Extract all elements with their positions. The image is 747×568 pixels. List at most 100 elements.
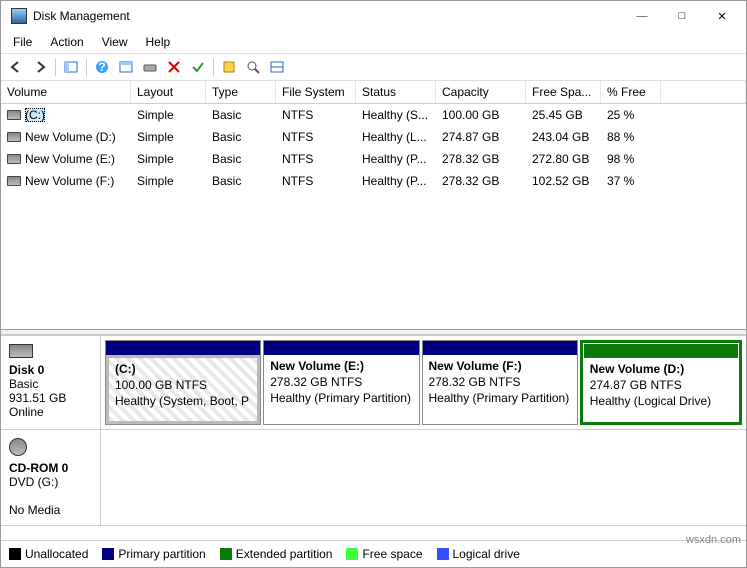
volume-type: Basic: [206, 128, 276, 146]
partition-bar: [584, 344, 738, 358]
action-check-button[interactable]: [187, 56, 209, 78]
back-button[interactable]: [5, 56, 27, 78]
legend-logical: Logical drive: [437, 547, 520, 561]
volume-free: 243.04 GB: [526, 128, 601, 146]
partition-name: New Volume (D:): [590, 361, 732, 377]
partition-size: 278.32 GB NTFS: [429, 374, 571, 390]
partition-name: (C:): [115, 361, 251, 377]
volume-status: Healthy (P...: [356, 172, 436, 190]
partition-info: (C:) 100.00 GB NTFS Healthy (System, Boo…: [106, 355, 260, 424]
volume-name: New Volume (E:): [25, 152, 115, 166]
col-type[interactable]: Type: [206, 81, 276, 103]
partition-status: Healthy (Primary Partition): [270, 390, 412, 406]
graphical-view: Disk 0 Basic 931.51 GB Online (C:) 100.0…: [1, 335, 746, 540]
volume-type: Basic: [206, 150, 276, 168]
cdrom-label[interactable]: CD-ROM 0 DVD (G:) No Media: [1, 430, 101, 525]
volume-status: Healthy (S...: [356, 106, 436, 124]
menubar: File Action View Help: [1, 31, 746, 53]
col-pctfree[interactable]: % Free: [601, 81, 661, 103]
new-volume-button[interactable]: [218, 56, 240, 78]
split-view-button[interactable]: [266, 56, 288, 78]
menu-action[interactable]: Action: [42, 33, 91, 51]
volume-layout: Simple: [131, 106, 206, 124]
partition-name: New Volume (E:): [270, 358, 412, 374]
menu-view[interactable]: View: [94, 33, 136, 51]
volume-pct: 98 %: [601, 150, 661, 168]
toolbar-separator: [213, 58, 214, 76]
app-icon: [11, 8, 27, 24]
partition-status: Healthy (Logical Drive): [590, 393, 732, 409]
cdrom-empty-area: [101, 430, 746, 525]
volume-free: 272.80 GB: [526, 150, 601, 168]
svg-text:?: ?: [98, 60, 105, 74]
col-spacer: [661, 81, 746, 103]
drive-icon: [7, 176, 21, 186]
volume-row[interactable]: New Volume (D:)SimpleBasicNTFSHealthy (L…: [1, 126, 746, 148]
volume-name: New Volume (F:): [25, 174, 114, 188]
volume-name: (C:): [25, 108, 45, 122]
titlebar: Disk Management — □ ✕: [1, 1, 746, 31]
volume-capacity: 278.32 GB: [436, 150, 526, 168]
disk0-name: Disk 0: [9, 363, 92, 377]
volume-capacity: 274.87 GB: [436, 128, 526, 146]
partition-name: New Volume (F:): [429, 358, 571, 374]
volume-fs: NTFS: [276, 172, 356, 190]
volume-pct: 25 %: [601, 106, 661, 124]
volume-type: Basic: [206, 172, 276, 190]
col-volume[interactable]: Volume: [1, 81, 131, 103]
disk0-size: 931.51 GB: [9, 391, 92, 405]
volume-fs: NTFS: [276, 106, 356, 124]
toolbar: ?: [1, 53, 746, 81]
refresh-button[interactable]: [115, 56, 137, 78]
delete-button[interactable]: [163, 56, 185, 78]
col-freespace[interactable]: Free Spa...: [526, 81, 601, 103]
col-capacity[interactable]: Capacity: [436, 81, 526, 103]
legend-freespace: Free space: [346, 547, 422, 561]
volume-status: Healthy (P...: [356, 150, 436, 168]
forward-button[interactable]: [29, 56, 51, 78]
volume-status: Healthy (L...: [356, 128, 436, 146]
partition[interactable]: New Volume (D:) 274.87 GB NTFS Healthy (…: [580, 340, 742, 425]
partition-size: 278.32 GB NTFS: [270, 374, 412, 390]
partition-info: New Volume (E:) 278.32 GB NTFS Healthy (…: [264, 355, 418, 424]
partition-status: Healthy (System, Boot, P: [115, 393, 251, 409]
disk0-label[interactable]: Disk 0 Basic 931.51 GB Online: [1, 336, 101, 429]
close-button[interactable]: ✕: [702, 2, 742, 30]
menu-help[interactable]: Help: [138, 33, 179, 51]
minimize-button[interactable]: —: [622, 2, 662, 30]
volume-type: Basic: [206, 106, 276, 124]
col-layout[interactable]: Layout: [131, 81, 206, 103]
volume-row[interactable]: (C:)SimpleBasicNTFSHealthy (S...100.00 G…: [1, 104, 746, 126]
help-button[interactable]: ?: [91, 56, 113, 78]
volume-pct: 37 %: [601, 172, 661, 190]
legend: Unallocated Primary partition Extended p…: [1, 540, 746, 567]
partition[interactable]: New Volume (E:) 278.32 GB NTFS Healthy (…: [263, 340, 419, 425]
toolbar-separator: [86, 58, 87, 76]
legend-extended: Extended partition: [220, 547, 333, 561]
volume-layout: Simple: [131, 128, 206, 146]
disk-icon: [9, 344, 33, 358]
find-button[interactable]: [242, 56, 264, 78]
volume-free: 102.52 GB: [526, 172, 601, 190]
maximize-button[interactable]: □: [662, 2, 702, 30]
col-status[interactable]: Status: [356, 81, 436, 103]
show-hide-console-button[interactable]: [60, 56, 82, 78]
disk-row-disk0: Disk 0 Basic 931.51 GB Online (C:) 100.0…: [1, 336, 746, 430]
volume-fs: NTFS: [276, 150, 356, 168]
volume-layout: Simple: [131, 150, 206, 168]
cdrom-name: CD-ROM 0: [9, 461, 92, 475]
partition-status: Healthy (Primary Partition): [429, 390, 571, 406]
volume-name: New Volume (D:): [25, 130, 116, 144]
partition[interactable]: New Volume (F:) 278.32 GB NTFS Healthy (…: [422, 340, 578, 425]
partition[interactable]: (C:) 100.00 GB NTFS Healthy (System, Boo…: [105, 340, 261, 425]
legend-primary: Primary partition: [102, 547, 205, 561]
col-filesystem[interactable]: File System: [276, 81, 356, 103]
toolbar-separator: [55, 58, 56, 76]
cdrom-media: No Media: [9, 503, 92, 517]
disk-row-cdrom: CD-ROM 0 DVD (G:) No Media: [1, 430, 746, 526]
volume-row[interactable]: New Volume (F:)SimpleBasicNTFSHealthy (P…: [1, 170, 746, 192]
volume-row[interactable]: New Volume (E:) SimpleBasicNTFSHealthy (P…: [1, 148, 746, 170]
menu-file[interactable]: File: [5, 33, 40, 51]
partition-bar: [423, 341, 577, 355]
rescan-disks-button[interactable]: [139, 56, 161, 78]
